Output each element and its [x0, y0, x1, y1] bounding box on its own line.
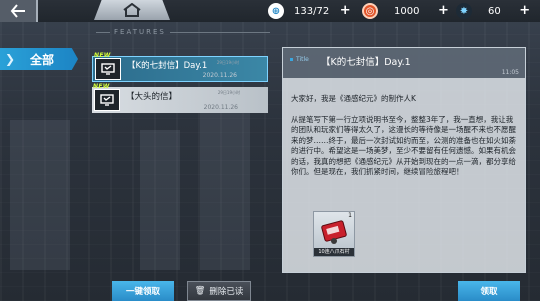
mail-date: 2020.11.26 — [203, 104, 238, 111]
mail-title: 【大头的信】 — [126, 92, 178, 102]
monitor-icon — [100, 94, 114, 106]
claim-all-button[interactable]: 一键领取 — [112, 281, 174, 301]
gem-value: 60 — [488, 5, 501, 17]
add-stamina-button[interactable]: + — [339, 4, 351, 17]
background-building — [140, 130, 180, 270]
mail-detail-header: Title 【K的七封信】Day.1 11:05 — [283, 48, 525, 78]
stamina-resource: ⊕ 133/72 + — [268, 1, 351, 21]
background-building — [10, 120, 70, 270]
back-arrow-icon — [10, 4, 25, 18]
tab-all[interactable]: ❯ 全部 — [0, 48, 78, 70]
attachment-name: 10连八爪石村 — [314, 248, 354, 256]
add-currency-button[interactable]: + — [437, 4, 449, 17]
tab-all-label: 全部 — [30, 52, 55, 67]
delete-read-label: 删除已读 — [209, 287, 244, 297]
home-icon — [123, 3, 141, 17]
mail-title: 【K的七封信】Day.1 — [127, 61, 208, 71]
mail-detail-panel: Title 【K的七封信】Day.1 11:05 大家好，我是《通感纪元》的制作… — [282, 47, 526, 273]
trash-icon: 🗑 — [194, 286, 206, 296]
section-label: FEATURES — [114, 28, 166, 36]
stamina-value: 133/72 — [294, 5, 330, 17]
background-building — [200, 110, 250, 270]
stamina-icon: ⊕ — [268, 3, 284, 19]
claim-button[interactable]: 领取 — [458, 281, 520, 301]
attachment-item[interactable]: 1 10连八爪石村 — [313, 211, 355, 257]
delete-read-button[interactable]: 🗑 删除已读 — [187, 281, 251, 301]
mail-time: 11:05 — [501, 69, 519, 76]
coin-icon: ◎ — [362, 3, 378, 19]
mail-icon: NEW — [93, 83, 120, 111]
new-badge: NEW — [93, 83, 110, 90]
currency-value: 1000 — [394, 5, 420, 17]
currency-resource: ◎ 1000 + — [362, 1, 449, 21]
mail-expiry: 29日19小时 — [216, 60, 239, 65]
mail-date: 2020.11.26 — [202, 72, 237, 79]
monitor-icon — [101, 63, 115, 75]
ticket-icon — [321, 220, 347, 244]
divider — [169, 31, 270, 33]
add-gem-button[interactable]: + — [519, 4, 531, 17]
chevron-right-icon: ❯ — [4, 52, 16, 66]
new-badge: NEW — [94, 52, 111, 59]
mail-subject: 【K的七封信】Day.1 — [321, 57, 411, 68]
gem-resource: ✸ 60 + — [456, 1, 531, 21]
mail-body: 大家好，我是《通感纪元》的制作人K 从提笔写下第一行立项说明书至今，整整3年了，… — [291, 94, 519, 188]
mail-item[interactable]: NEW 【大头的信】 29日19小时 2020.11.26 — [92, 83, 268, 113]
top-bar: ⊕ 133/72 + ◎ 1000 + ✸ 60 + — [0, 0, 540, 22]
title-label: Title — [290, 56, 309, 63]
gear-gem-icon: ✸ — [456, 3, 472, 19]
divider — [96, 31, 110, 33]
mail-icon: NEW — [94, 52, 121, 80]
features-header: FEATURES — [96, 27, 296, 37]
mail-item[interactable]: NEW 【K的七封信】Day.1 29日19小时 2020.11.26 — [92, 52, 268, 82]
back-button[interactable] — [0, 0, 38, 22]
home-button[interactable] — [94, 0, 170, 20]
mail-body-paragraph: 从提笔写下第一行立项说明书至今，整整3年了，我一直想，我让我的团队和玩家们等得太… — [291, 114, 516, 177]
mail-expiry: 29日19小时 — [217, 90, 240, 95]
mail-body-paragraph: 大家好，我是《通感纪元》的制作人K — [291, 94, 416, 103]
